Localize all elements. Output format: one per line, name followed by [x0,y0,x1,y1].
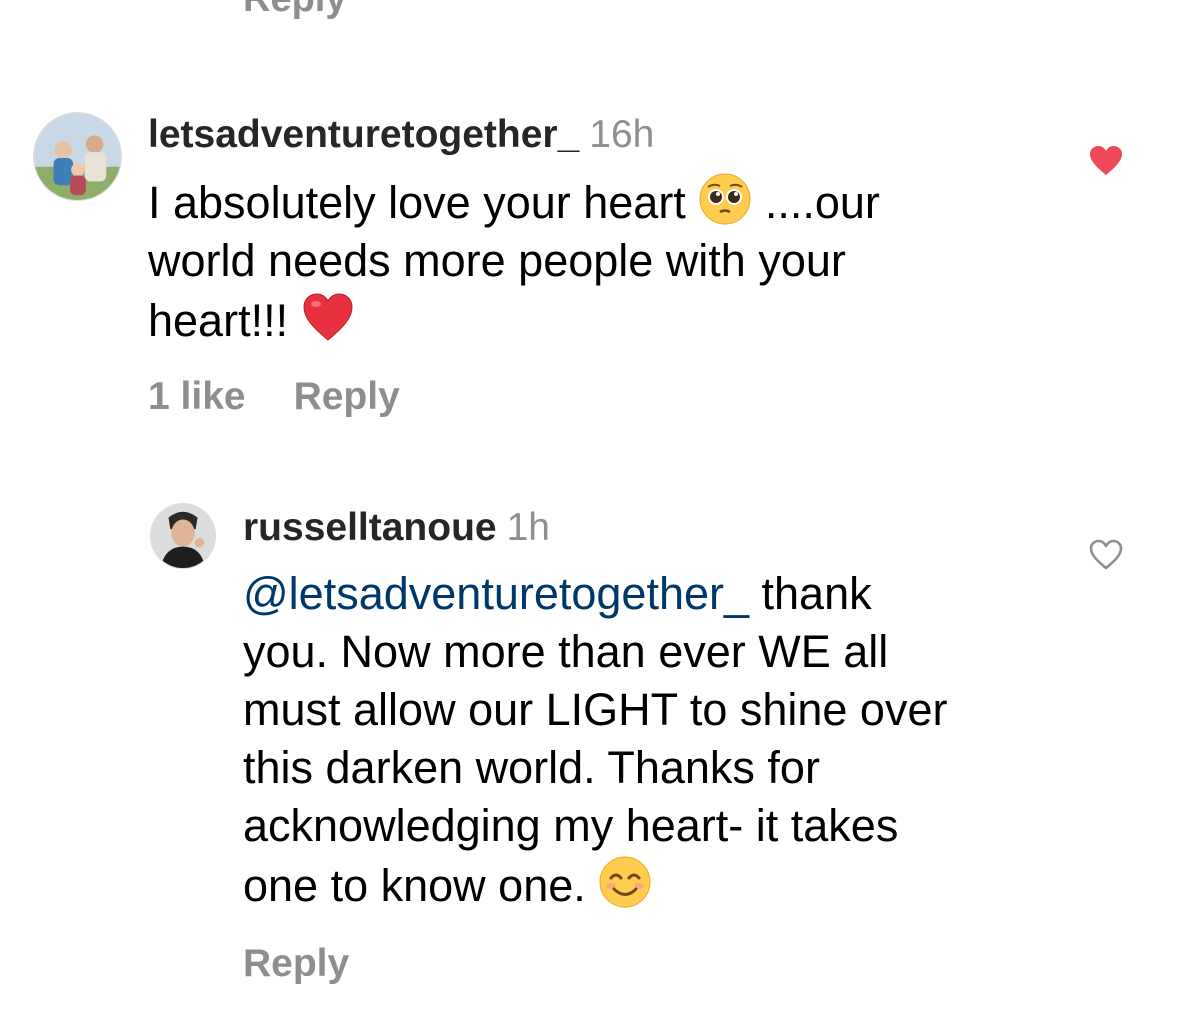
comment-actions: Reply [243,942,397,986]
comment-text-line: heart!!! [148,295,289,346]
reply-button[interactable]: Reply [294,375,400,418]
comment-text-line: I absolutely love your heart [148,177,686,228]
comment-text-line: must allow our LIGHT to shine over [243,684,948,735]
comment-header: russelltanoue 1h [243,506,550,550]
comment-text-line: thank [761,568,872,619]
comment-text-line: you. Now more than ever WE all [243,626,889,677]
comment-timestamp: 16h [589,113,655,156]
mention-link[interactable]: @letsadventuretogether_ [243,568,749,619]
reply-button[interactable]: Reply [243,942,349,985]
comment-text-line: ....our [764,177,880,228]
like-heart-outline-icon[interactable] [1088,537,1124,573]
comment-text: I absolutely love your heart ....our wor… [148,172,968,350]
comment-actions: 1 like Reply [148,375,448,419]
comment-text-line: world needs more people with your [148,235,846,286]
red-heart-emoji [301,290,355,344]
avatar-photo [34,113,121,200]
previous-reply-button[interactable]: Reply [243,0,346,21]
comment-timestamp: 1h [506,506,550,549]
like-heart-filled-icon[interactable] [1088,143,1124,179]
comment-header: letsadventuretogether_ 16h [148,113,654,157]
likes-count-button[interactable]: 1 like [148,375,246,418]
avatar-photo [151,504,215,568]
comment-text-line: this darken world. Thanks for [243,742,820,793]
smiling-face-emoji [598,855,652,909]
comment-username[interactable]: russelltanoue [243,506,497,549]
comment-username[interactable]: letsadventuretogether_ [148,113,579,156]
comment-text-line: one to know one. [243,860,586,911]
comment-text: @letsadventuretogether_ thank you. Now m… [243,565,1043,915]
avatar[interactable] [150,503,216,569]
pleading-face-emoji [698,172,752,226]
comment-text-line: acknowledging my heart- it takes [243,800,899,851]
avatar[interactable] [33,112,122,201]
